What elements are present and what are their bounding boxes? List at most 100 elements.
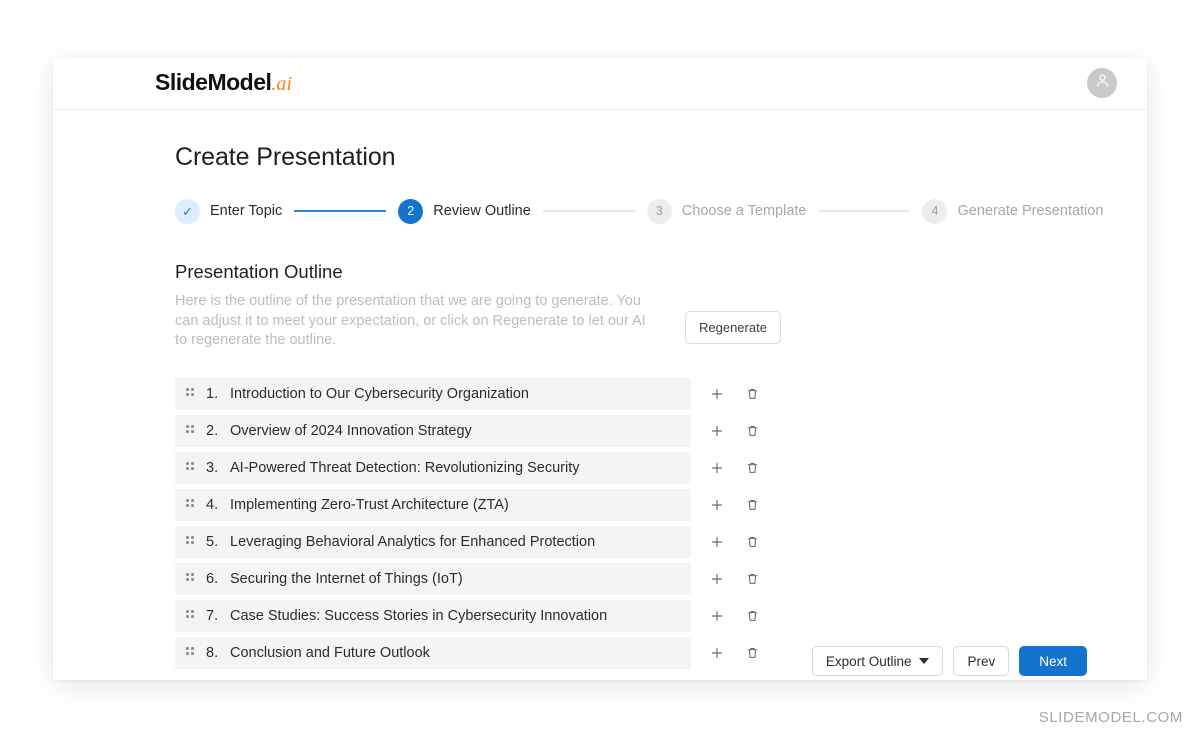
outline-row[interactable]: 2. Overview of 2024 Innovation Strategy (175, 414, 760, 447)
prev-button[interactable]: Prev (953, 646, 1010, 676)
step-4-generate-presentation[interactable]: 4 Generate Presentation (922, 198, 1104, 224)
outline-row-actions (709, 534, 760, 550)
outline-row-text[interactable]: Securing the Internet of Things (IoT) (230, 571, 463, 587)
outline-row-text[interactable]: Case Studies: Success Stories in Cyberse… (230, 608, 607, 624)
outline-row-text[interactable]: Implementing Zero-Trust Architecture (ZT… (230, 497, 509, 513)
plus-icon[interactable] (709, 497, 725, 513)
step-1-enter-topic[interactable]: ✓ Enter Topic (175, 198, 283, 224)
outline-row-number: 5. (206, 533, 219, 550)
outline-header: Presentation Outline Here is the outline… (175, 261, 1087, 351)
outline-row-text[interactable]: AI-Powered Threat Detection: Revolutioni… (230, 460, 580, 476)
outline-row-number: 2. (206, 422, 219, 439)
export-outline-button[interactable]: Export Outline (811, 646, 944, 676)
app-card: SlideModel.ai Create Presentation ✓ Ente… (53, 58, 1147, 680)
outline-row-actions (709, 386, 760, 402)
drag-handle-icon[interactable] (186, 610, 197, 621)
plus-icon[interactable] (709, 386, 725, 402)
trash-icon[interactable] (744, 497, 760, 513)
outline-row-box[interactable]: 1. Introduction to Our Cybersecurity Org… (175, 377, 691, 410)
outline-row-actions (709, 645, 760, 661)
plus-icon[interactable] (709, 645, 725, 661)
user-avatar-icon (1094, 72, 1111, 94)
plus-icon[interactable] (709, 571, 725, 587)
step-connector-3 (818, 210, 911, 212)
outline-row-box[interactable]: 7. Case Studies: Success Stories in Cybe… (175, 599, 691, 632)
step-3-bubble: 3 (646, 198, 672, 224)
step-3-label: Choose a Template (681, 203, 807, 219)
outline-row-text[interactable]: Conclusion and Future Outlook (230, 645, 430, 661)
outline-list: 1. Introduction to Our Cybersecurity Org… (175, 377, 760, 669)
outline-row-text[interactable]: Overview of 2024 Innovation Strategy (230, 423, 472, 439)
step-3-choose-template[interactable]: 3 Choose a Template (646, 198, 807, 224)
step-4-label: Generate Presentation (957, 203, 1104, 219)
drag-handle-icon[interactable] (186, 462, 197, 473)
outline-row-number: 1. (206, 385, 219, 402)
outline-row-text[interactable]: Leveraging Behavioral Analytics for Enha… (230, 534, 595, 550)
outline-row-box[interactable]: 6. Securing the Internet of Things (IoT) (175, 562, 691, 595)
chevron-down-icon (919, 658, 930, 664)
progress-stepper: ✓ Enter Topic 2 Review Outline 3 Choose … (175, 197, 1103, 225)
trash-icon[interactable] (744, 608, 760, 624)
outline-row-number: 8. (206, 644, 219, 661)
user-avatar[interactable] (1087, 68, 1117, 98)
drag-handle-icon[interactable] (186, 536, 197, 547)
step-2-review-outline[interactable]: 2 Review Outline (398, 198, 531, 224)
trash-icon[interactable] (744, 386, 760, 402)
page-title: Create Presentation (175, 143, 396, 171)
outline-row-actions (709, 423, 760, 439)
plus-icon[interactable] (709, 608, 725, 624)
outline-row-number: 4. (206, 496, 219, 513)
step-connector-1 (294, 210, 387, 212)
brand-logo[interactable]: SlideModel.ai (155, 69, 292, 96)
outline-row-actions (709, 497, 760, 513)
outline-row[interactable]: 8. Conclusion and Future Outlook (175, 636, 760, 669)
app-body: Create Presentation ✓ Enter Topic 2 Revi… (53, 143, 1147, 669)
outline-row-text[interactable]: Introduction to Our Cybersecurity Organi… (230, 386, 529, 402)
outline-row-number: 6. (206, 570, 219, 587)
outline-row-box[interactable]: 8. Conclusion and Future Outlook (175, 636, 691, 669)
outline-row[interactable]: 1. Introduction to Our Cybersecurity Org… (175, 377, 760, 410)
step-2-label: Review Outline (433, 203, 531, 219)
regenerate-button[interactable]: Regenerate (685, 311, 781, 344)
outline-row-box[interactable]: 4. Implementing Zero-Trust Architecture … (175, 488, 691, 521)
plus-icon[interactable] (709, 423, 725, 439)
outline-row-number: 3. (206, 459, 219, 476)
step-1-bubble: ✓ (175, 198, 200, 224)
screenshot-root: SlideModel.ai Create Presentation ✓ Ente… (0, 0, 1200, 743)
trash-icon[interactable] (744, 571, 760, 587)
export-outline-label: Export Outline (825, 653, 912, 669)
plus-icon[interactable] (709, 534, 725, 550)
outline-row[interactable]: 5. Leveraging Behavioral Analytics for E… (175, 525, 760, 558)
outline-row-box[interactable]: 2. Overview of 2024 Innovation Strategy (175, 414, 691, 447)
outline-row-actions (709, 608, 760, 624)
trash-icon[interactable] (744, 423, 760, 439)
brand-logo-main: SlideModel (155, 69, 272, 95)
app-header: SlideModel.ai (53, 58, 1147, 110)
outline-row-actions (709, 571, 760, 587)
outline-description: Here is the outline of the presentation … (175, 293, 646, 348)
drag-handle-icon[interactable] (186, 388, 197, 399)
step-1-label: Enter Topic (210, 203, 283, 219)
step-connector-2 (542, 210, 635, 212)
footer-actions: Export Outline Prev Next (811, 646, 1087, 676)
outline-row-number: 7. (206, 607, 219, 624)
outline-row[interactable]: 3. AI-Powered Threat Detection: Revoluti… (175, 451, 760, 484)
step-2-bubble: 2 (398, 198, 424, 224)
trash-icon[interactable] (744, 645, 760, 661)
drag-handle-icon[interactable] (186, 647, 197, 658)
brand-logo-suffix: .ai (271, 73, 292, 95)
outline-row[interactable]: 4. Implementing Zero-Trust Architecture … (175, 488, 760, 521)
drag-handle-icon[interactable] (186, 499, 197, 510)
next-button[interactable]: Next (1019, 646, 1087, 676)
outline-row[interactable]: 7. Case Studies: Success Stories in Cybe… (175, 599, 760, 632)
trash-icon[interactable] (744, 460, 760, 476)
outline-row-box[interactable]: 5. Leveraging Behavioral Analytics for E… (175, 525, 691, 558)
drag-handle-icon[interactable] (186, 573, 197, 584)
outline-row[interactable]: 6. Securing the Internet of Things (IoT) (175, 562, 760, 595)
trash-icon[interactable] (744, 534, 760, 550)
plus-icon[interactable] (709, 460, 725, 476)
outline-row-box[interactable]: 3. AI-Powered Threat Detection: Revoluti… (175, 451, 691, 484)
outline-row-actions (709, 460, 760, 476)
watermark: SLIDEMODEL.COM (1038, 709, 1183, 726)
drag-handle-icon[interactable] (186, 425, 197, 436)
